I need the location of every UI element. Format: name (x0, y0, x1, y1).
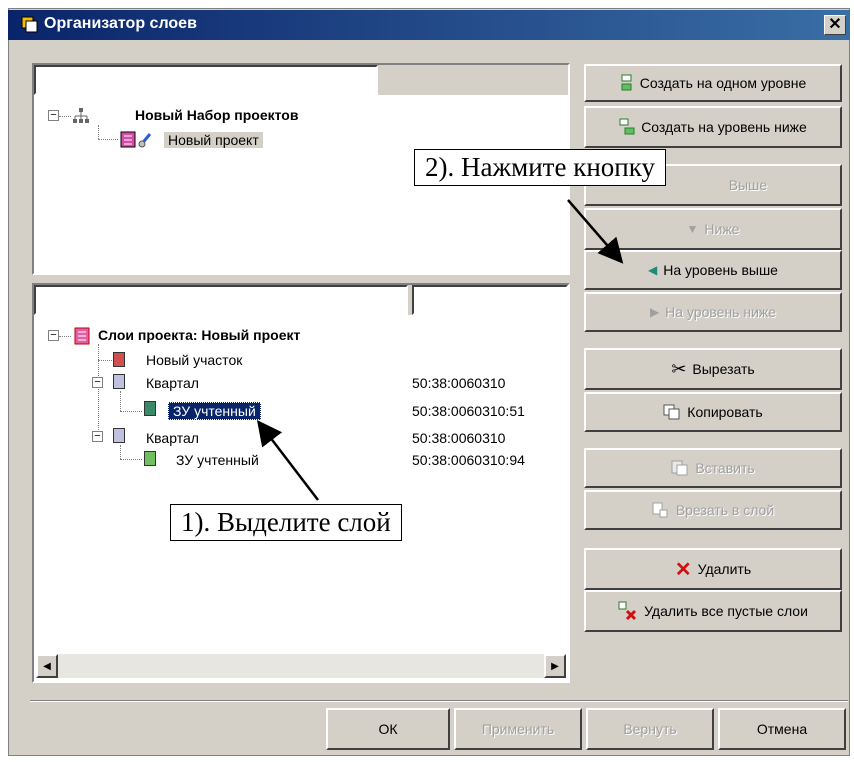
step1-arrow (256, 420, 319, 501)
step2-arrow (567, 199, 624, 264)
step2-callout: 2). Нажмите кнопку (414, 149, 666, 186)
annotation-arrows (256, 199, 624, 501)
step1-callout: 1). Выделите слой (170, 504, 402, 541)
